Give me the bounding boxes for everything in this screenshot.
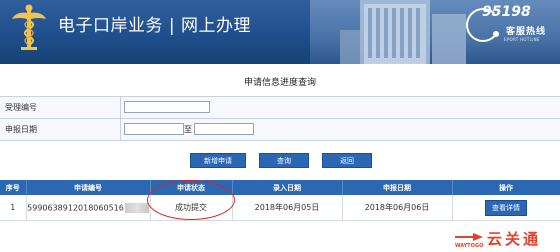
query-form: 受理编号 申报日期 至 — [0, 96, 560, 141]
date-from-input[interactable] — [124, 123, 184, 135]
column-header-action: 操作 — [452, 180, 560, 195]
redacted-block — [124, 202, 149, 213]
customs-emblem-icon — [12, 4, 46, 50]
row-status: 成功提交 — [150, 195, 233, 221]
row-action-cell: 查看详情 — [452, 195, 560, 221]
results-table: 序号 申请编号 申请状态 录入日期 申报日期 操作 1 599063891201… — [0, 180, 560, 221]
row-index: 1 — [0, 195, 27, 221]
watermark-arrow-icon — [455, 233, 483, 241]
table-header-row: 序号 申请编号 申请状态 录入日期 申报日期 操作 — [0, 180, 560, 195]
new-application-button[interactable]: 新增申请 — [190, 153, 246, 168]
app-title: 电子口岸业务 | 网上办理 — [58, 16, 252, 36]
column-header-index: 序号 — [0, 180, 27, 195]
watermark-en-text: WAYTOGO — [455, 243, 484, 249]
hotline-label: 客服热线 — [506, 27, 547, 37]
headset-mic-icon — [493, 31, 499, 37]
view-details-button[interactable]: 查看详情 — [485, 199, 527, 216]
page-title: 申请信息进度查询 — [243, 78, 316, 88]
apply-date-label: 申报日期 — [5, 125, 37, 134]
acceptance-no-input[interactable] — [124, 101, 210, 113]
cell-divider — [120, 119, 121, 140]
form-row-acceptance-no: 受理编号 — [0, 97, 560, 119]
row-application-no-cell: 5990638912018060516 — [26, 195, 151, 221]
column-header-status: 申请状态 — [150, 180, 233, 195]
acceptance-no-label: 受理编号 — [5, 103, 37, 112]
hotline-number: 95198 — [482, 4, 531, 20]
hotline-badge: 95198 客服热线 EPORT HOTLINE — [466, 2, 556, 48]
query-button[interactable]: 查询 — [259, 153, 309, 168]
cell-divider — [120, 97, 121, 118]
column-header-application-no: 申请编号 — [26, 180, 151, 195]
hotline-en-label: EPORT HOTLINE — [504, 37, 540, 42]
column-header-apply-date: 申报日期 — [342, 180, 453, 195]
date-to-input[interactable] — [194, 123, 254, 135]
table-row: 1 5990638912018060516 成功提交 2018年06月05日 2… — [0, 195, 560, 221]
back-button[interactable]: 返回 — [322, 153, 372, 168]
column-header-entry-date: 录入日期 — [232, 180, 343, 195]
row-entry-date: 2018年06月05日 — [232, 195, 343, 221]
row-application-no: 5990638912018060516 — [27, 203, 124, 212]
watermark-cn-text: 云关通 — [487, 230, 542, 248]
date-range-separator: 至 — [184, 125, 192, 134]
header-banner: 电子口岸业务 | 网上办理 95198 客服热线 EPORT HOTLINE — [0, 0, 560, 64]
form-row-apply-date: 申报日期 至 — [0, 119, 560, 141]
watermark-logo: 云关通 WAYTOGO — [453, 227, 560, 252]
row-apply-date: 2018年06月06日 — [342, 195, 453, 221]
